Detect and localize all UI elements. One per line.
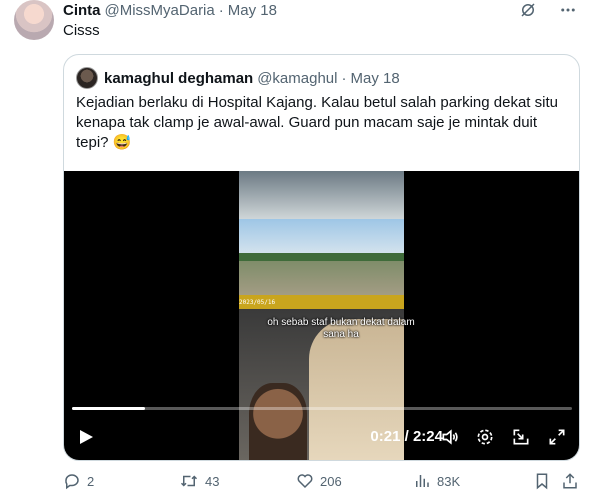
author-handle[interactable]: @MissMyaDaria <box>105 2 215 19</box>
separator-dot: · <box>218 1 224 19</box>
tweet-header: Cinta @MissMyaDaria · May 18 <box>63 0 277 20</box>
tweet-text: Cisss <box>63 22 100 39</box>
views-count: 83K <box>437 473 461 489</box>
volume-icon[interactable] <box>440 427 460 447</box>
video-duration: 2:24 <box>412 428 443 445</box>
frame-ceiling <box>239 171 404 219</box>
like-icon <box>297 474 313 489</box>
quoted-header: kamaghul deghaman @kamaghul · May 18 <box>76 67 400 89</box>
bookmark-icon <box>536 473 548 490</box>
retweet-button[interactable]: 43 <box>179 472 219 490</box>
video-time: 0:21 / 2:24 <box>370 428 443 445</box>
quoted-text: Kejadian berlaku di Hospital Kajang. Kal… <box>76 94 558 151</box>
video-current-time: 0:21 <box>370 428 401 445</box>
reply-button[interactable]: 2 <box>63 472 94 490</box>
like-button[interactable]: 206 <box>296 472 342 490</box>
tweet-top-actions <box>518 0 578 20</box>
grok-icon[interactable] <box>518 0 538 20</box>
reply-icon <box>65 474 79 490</box>
quoted-separator-dot: · <box>341 69 347 87</box>
frame-road <box>239 261 404 297</box>
reply-count: 2 <box>87 473 95 489</box>
quoted-tweet[interactable]: kamaghul deghaman @kamaghul · May 18 Kej… <box>63 54 580 461</box>
quoted-date: May 18 <box>350 69 400 87</box>
tweet-actions: 2 43 206 83K <box>63 472 580 494</box>
share-button[interactable] <box>561 472 579 490</box>
fullscreen-icon[interactable] <box>547 427 567 447</box>
views-icon <box>416 475 429 487</box>
video-time-separator: / <box>400 428 413 445</box>
quoted-author-avatar <box>76 67 98 89</box>
minimize-icon[interactable] <box>511 427 531 447</box>
tweet-date[interactable]: May 18 <box>228 2 277 19</box>
video-frame: 2023/05/16 <box>239 171 404 460</box>
frame-face <box>249 383 307 460</box>
video-progress-fill <box>72 407 145 410</box>
like-count: 206 <box>320 473 342 489</box>
more-icon[interactable] <box>558 0 578 20</box>
quoted-author-name: kamaghul deghaman <box>104 69 254 87</box>
author-avatar[interactable] <box>14 0 54 40</box>
views-button[interactable]: 83K <box>413 472 460 490</box>
author-name[interactable]: Cinta <box>63 2 101 19</box>
video-player[interactable]: 2023/05/16 oh sebab staf bukan dekat dal… <box>64 171 579 460</box>
play-icon[interactable] <box>78 429 94 445</box>
retweet-count: 43 <box>205 473 220 489</box>
video-timestamp-overlay: 2023/05/16 <box>239 299 276 306</box>
quoted-author-handle: @kamaghul <box>257 69 338 87</box>
share-icon <box>563 473 577 489</box>
bookmark-button[interactable] <box>533 472 551 490</box>
video-caption: oh sebab staf bukan dekat dalam sana ha <box>267 317 415 340</box>
settings-icon[interactable] <box>475 427 495 447</box>
retweet-icon <box>180 475 198 487</box>
video-progress-bar[interactable] <box>72 407 572 410</box>
